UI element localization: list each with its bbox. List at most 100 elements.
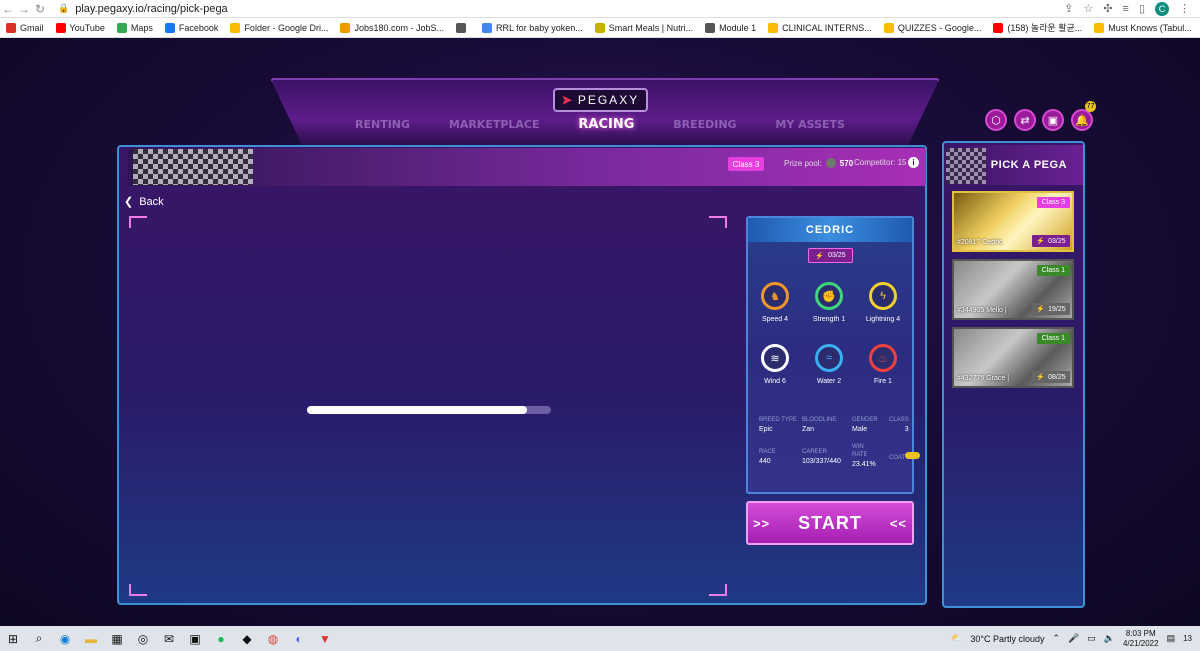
bookmark-item[interactable]: CLINICAL INTERNS... (768, 22, 872, 33)
weather-text[interactable]: 30°C Partly cloudy (970, 634, 1044, 644)
pega-card[interactable]: Class 1 #344905 Mello | ⚡ 19/25 (952, 259, 1074, 320)
bookmark-label: QUIZZES - Google... (897, 22, 982, 33)
main-nav: RENTING MARKETPLACE RACING BREEDING MY ASSET… (300, 106, 900, 142)
bookmark-item[interactable]: Smart Meals | Nutri... (594, 22, 693, 33)
prize-value: 570 (839, 158, 854, 168)
bookmark-item[interactable] (456, 22, 470, 33)
wind-icon: ≋ (761, 344, 789, 372)
pega-energy: ⚡ 08/25 (1032, 371, 1070, 383)
drive-icon (883, 22, 894, 33)
reload-icon[interactable]: ↻ (32, 2, 48, 16)
bookmark-label: RRL for baby yoken... (496, 22, 583, 33)
side-panel-icon[interactable]: ▯ (1139, 2, 1145, 15)
breed-type-field: BREED TYPE Epic (759, 417, 797, 433)
smart-meals-icon (594, 22, 605, 33)
stat-value: 1 (841, 316, 846, 323)
energy-value: 03/25 (828, 252, 846, 259)
app-icon[interactable]: ▣ (182, 632, 208, 646)
nav-item-breeding[interactable]: BREEDING (673, 118, 736, 131)
bookmark-item[interactable]: RRL for baby yoken... (482, 22, 583, 33)
discord-icon[interactable]: ◐ (286, 632, 312, 646)
wallet-icon[interactable]: ▣ (1042, 109, 1064, 131)
stat-label: Water (816, 378, 836, 385)
notification-bell-icon[interactable]: 🔔 (1071, 109, 1093, 131)
prize-pool: Prize pool: 570 (784, 158, 853, 168)
chrome-icon[interactable]: ◍ (260, 632, 286, 646)
docs-icon (482, 22, 493, 33)
bookmark-label: Gmail (20, 22, 44, 33)
pega-name: CEDRIC (748, 218, 912, 242)
frame-corner-tr (709, 216, 727, 228)
volume-icon[interactable]: 🔈 (1104, 633, 1115, 644)
search-icon[interactable]: ⌕ (26, 631, 52, 646)
weather-icon[interactable]: ⛅ (951, 633, 962, 644)
app-icon[interactable]: ▼ (312, 632, 338, 646)
coat-field: COAT (889, 448, 921, 462)
menu-dots-icon[interactable]: ⋮ (1179, 2, 1190, 15)
bookmark-star-icon[interactable]: ☆ (1083, 2, 1093, 15)
back-arrow-icon[interactable]: ← (0, 2, 16, 16)
bookmark-item[interactable]: Must Knows (Tabul... (1094, 22, 1192, 33)
bookmark-item[interactable]: Gmail (6, 22, 44, 33)
nav-item-marketplace[interactable]: MARKETPLACE (449, 118, 540, 131)
spotify-icon[interactable]: ● (208, 632, 234, 646)
start-button[interactable]: >> START << (746, 501, 914, 545)
class-badge: Class 3 (728, 157, 764, 171)
app-icon[interactable]: ◆ (234, 632, 260, 646)
pega-card[interactable]: Class 1 #432775 Grace | ⚡ 08/25 (952, 327, 1074, 388)
chevron-left-icon: ❮ (124, 196, 134, 208)
bookmark-label: Module 1 (719, 22, 757, 33)
file-explorer-icon[interactable]: ▬ (78, 632, 104, 646)
energy-icon: ⚡ (1036, 306, 1046, 313)
extensions-icon[interactable]: ✣ (1103, 2, 1112, 15)
chevrons-left-icon: << (889, 515, 908, 531)
reading-list-icon[interactable]: ≡ (1123, 3, 1129, 15)
steam-icon[interactable]: ◎ (130, 632, 156, 646)
fist-icon: ✊ (815, 282, 843, 310)
bookmark-item[interactable]: Folder - Google Dri... (230, 22, 328, 33)
back-label: Back (139, 195, 164, 208)
chevron-up-icon[interactable]: ⌃ (1052, 633, 1060, 644)
edge-icon[interactable]: ◉ (52, 632, 78, 646)
network-icon[interactable]: ▭ (1087, 633, 1096, 644)
horse-icon: ♞ (761, 282, 789, 310)
nav-item-my-assets[interactable]: MY ASSETS (775, 118, 845, 131)
settings-hex-icon[interactable]: ⬡ (985, 109, 1007, 131)
stat-label: Fire (874, 378, 887, 385)
pega-card[interactable]: Class 3 #20817 Cedric ⚡ 03/25 (952, 191, 1074, 252)
nav-item-racing[interactable]: RACING (578, 117, 634, 132)
nav-item-renting[interactable]: RENTING (355, 118, 410, 131)
loading-bar-fill (307, 406, 527, 414)
address-bar[interactable]: 🔒 play.pegaxy.io/racing/pick-pega (58, 3, 228, 15)
notification-center-icon[interactable]: ▤ (1167, 633, 1176, 644)
globe-icon (456, 22, 467, 33)
stat-value: 1 (888, 378, 892, 385)
bookmark-item[interactable]: QUIZZES - Google... (883, 22, 982, 33)
bookmark-label: YouTube (69, 22, 105, 33)
forward-arrow-icon[interactable]: → (16, 2, 32, 16)
back-button[interactable]: ❮ Back (124, 195, 164, 209)
pega-class-badge: Class 3 (1036, 197, 1070, 208)
bookmark-item[interactable]: (158) 놀라운 활균... (993, 21, 1082, 34)
loading-bar (307, 406, 551, 414)
bookmark-item[interactable]: Maps (116, 22, 153, 33)
url-text: play.pegaxy.io/racing/pick-pega (75, 2, 228, 15)
stat-label: Speed (761, 316, 783, 323)
bookmark-item[interactable]: Jobs180.com - JobS... (340, 22, 444, 33)
bookmark-item[interactable]: Facebook (164, 22, 218, 33)
swap-icon[interactable]: ⇄ (1014, 109, 1036, 131)
share-icon[interactable]: ⇪ (1064, 2, 1073, 15)
clock[interactable]: 8:03 PM 4/21/2022 (1123, 629, 1159, 649)
microphone-icon[interactable]: 🎤 (1068, 633, 1079, 644)
bookmark-item[interactable]: Module 1 (705, 22, 757, 33)
pega-class-badge: Class 1 (1036, 333, 1070, 344)
mail-icon[interactable]: ✉ (156, 632, 182, 646)
profile-avatar[interactable]: C (1155, 1, 1169, 16)
windows-start-icon[interactable]: ⊞ (0, 632, 26, 646)
store-icon[interactable]: ▦ (104, 632, 130, 646)
bookmark-item[interactable]: YouTube (55, 22, 105, 33)
info-icon[interactable]: i (908, 157, 919, 168)
drive-icon (1094, 22, 1105, 33)
windows-taskbar: ⊞ ⌕ ◉ ▬ ▦ ◎ ✉ ▣ ● ◆ ◍ ◐ ▼ ⛅ 30°C Partly … (0, 626, 1200, 651)
stat-fire: ♨ Fire 1 (858, 344, 908, 385)
